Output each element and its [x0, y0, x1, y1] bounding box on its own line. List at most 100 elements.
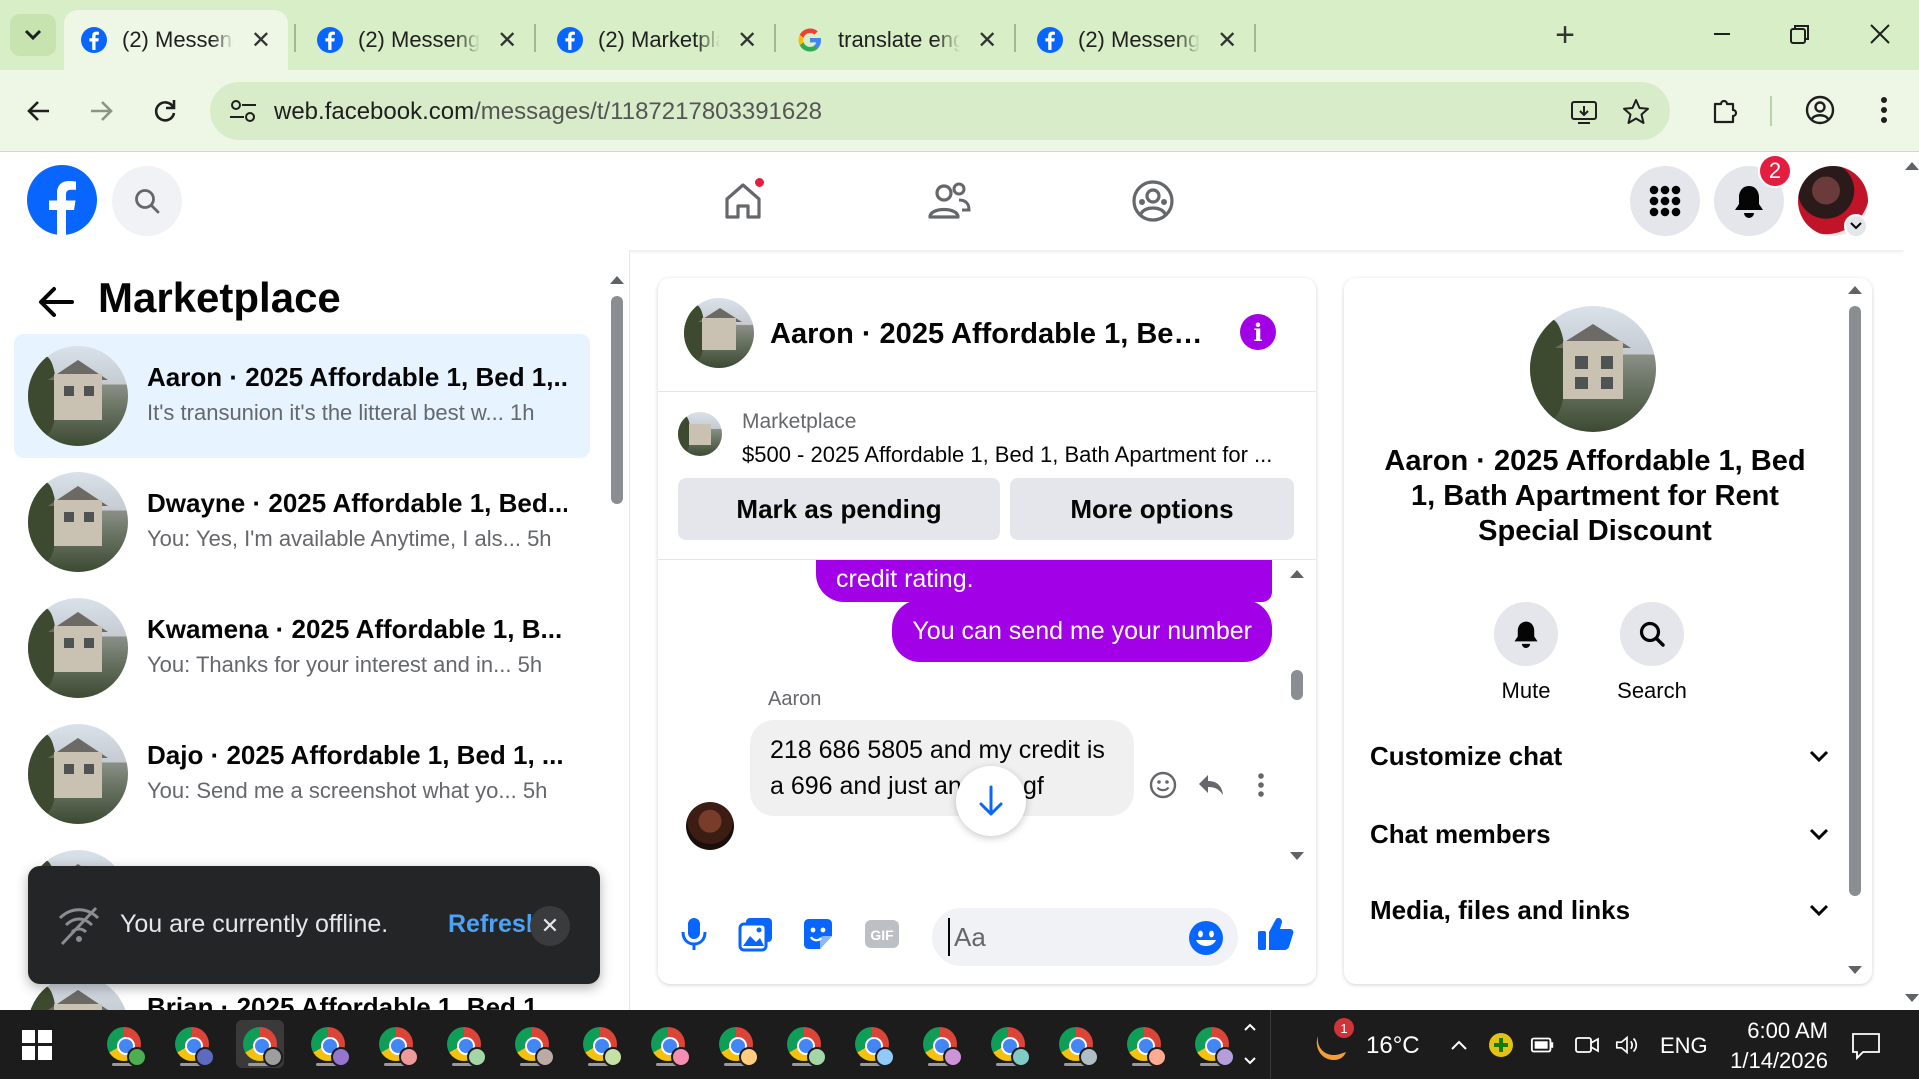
taskbar-chrome-window[interactable] — [304, 1020, 352, 1068]
install-app-button[interactable] — [1566, 94, 1602, 130]
taskbar-chrome-window[interactable] — [916, 1020, 964, 1068]
tab-search-button[interactable] — [10, 14, 56, 56]
taskbar-chrome-window[interactable] — [712, 1020, 760, 1068]
tab-close-icon[interactable]: ✕ — [976, 26, 998, 55]
account-caret[interactable] — [1844, 214, 1868, 238]
details-avatar[interactable] — [1530, 306, 1656, 432]
send-like-button[interactable] — [1256, 914, 1296, 954]
conversation-item[interactable]: Kwamena · 2025 Affordable 1, B... You: T… — [14, 586, 590, 710]
taskbar-chrome-window[interactable] — [440, 1020, 488, 1068]
tab-close-icon[interactable]: ✕ — [496, 26, 518, 55]
media-files-links-section[interactable]: Media, files and links — [1370, 882, 1830, 938]
battery-icon[interactable] — [1530, 1032, 1556, 1058]
profile-button[interactable] — [1800, 90, 1840, 130]
sticker-button[interactable] — [798, 914, 838, 954]
toast-close-button[interactable]: ✕ — [530, 906, 570, 946]
reload-button[interactable] — [144, 90, 186, 132]
outgoing-message[interactable]: You can send me your number — [892, 600, 1272, 662]
forward-button[interactable] — [80, 90, 122, 132]
facebook-search-button[interactable] — [112, 166, 182, 236]
customize-chat-section[interactable]: Customize chat — [1370, 728, 1830, 784]
nav-friends[interactable] — [922, 174, 976, 228]
scroll-to-bottom-button[interactable] — [956, 766, 1026, 836]
new-tab-button[interactable]: + — [1548, 18, 1582, 52]
tab-close-icon[interactable]: ✕ — [1216, 26, 1238, 55]
mute-action[interactable]: Mute — [1486, 602, 1566, 704]
close-window-button[interactable] — [1860, 14, 1900, 54]
chevron-down-icon — [1850, 222, 1862, 230]
taskbar-chrome-window[interactable] — [372, 1020, 420, 1068]
chat-title[interactable]: Aaron · 2025 Affordable 1, Bed 1, Bath A… — [770, 318, 1210, 351]
listing-thumbnail[interactable] — [678, 412, 722, 456]
details-scrollbar[interactable] — [1848, 286, 1862, 976]
taskbar-chrome-window[interactable] — [576, 1020, 624, 1068]
conversation-item[interactable]: Dajo · 2025 Affordable 1, Bed 1, ... You… — [14, 712, 590, 836]
restore-button[interactable] — [1780, 14, 1820, 54]
message-more-button[interactable] — [1244, 768, 1278, 802]
camera-icon[interactable] — [1574, 1032, 1600, 1058]
listing-title[interactable]: $500 - 2025 Affordable 1, Bed 1, Bath Ap… — [742, 442, 1302, 468]
page-scrollbar[interactable] — [1904, 152, 1919, 1010]
conversation-info-button[interactable]: i — [1240, 314, 1276, 350]
extensions-button[interactable] — [1706, 90, 1746, 130]
show-hidden-icons-button[interactable] — [1446, 1032, 1472, 1058]
windows-start-icon[interactable] — [22, 1030, 52, 1060]
browser-tab-1[interactable]: (2) Messenger | Facebook ✕ — [64, 10, 288, 70]
tab-close-icon[interactable]: ✕ — [736, 26, 758, 55]
taskbar-chrome-window[interactable] — [984, 1020, 1032, 1068]
browser-menu-button[interactable] — [1864, 90, 1904, 130]
inbox-scrollbar[interactable] — [610, 276, 624, 996]
incoming-message[interactable]: 218 686 5805 and my credit is a 696 and … — [750, 720, 1134, 816]
browser-tab-5[interactable]: (2) Messenger | Facebook ✕ — [1020, 10, 1254, 70]
taskbar-chrome-window[interactable] — [100, 1020, 148, 1068]
sender-avatar[interactable] — [686, 802, 734, 850]
chat-members-section[interactable]: Chat members — [1370, 806, 1830, 862]
message-input[interactable] — [948, 918, 1168, 956]
clock-time[interactable]: 6:00 AM — [1732, 1018, 1828, 1044]
conversation-item[interactable]: Aaron · 2025 Affordable 1, Bed 1,... It'… — [14, 334, 590, 458]
conversation-item[interactable]: Dwayne · 2025 Affordable 1, Bed... You: … — [14, 460, 590, 584]
nav-groups[interactable] — [1126, 174, 1180, 228]
messages-scrollbar[interactable] — [1290, 570, 1304, 882]
facebook-logo[interactable] — [26, 164, 98, 236]
outgoing-message[interactable]: credit rating. — [816, 560, 1272, 602]
refresh-link[interactable]: Refresh — [448, 910, 541, 939]
gif-button[interactable]: GIF — [862, 914, 902, 954]
address-bar[interactable]: web.facebook.com/messages/t/118721780339… — [210, 82, 1670, 140]
taskbar-chrome-window[interactable] — [848, 1020, 896, 1068]
search-action[interactable]: Search — [1612, 602, 1692, 704]
browser-tab-2[interactable]: (2) Messenger | Facebook ✕ — [300, 10, 534, 70]
menu-button[interactable] — [1630, 166, 1700, 236]
tray-app-icon[interactable] — [1488, 1032, 1514, 1058]
notification-center-button[interactable] — [1850, 1030, 1882, 1062]
taskbar-chrome-window[interactable] — [168, 1020, 216, 1068]
taskbar-chrome-window[interactable] — [1052, 1020, 1100, 1068]
more-options-button[interactable]: More options — [1010, 478, 1294, 540]
weather-widget[interactable]: 1 — [1310, 1018, 1354, 1066]
taskbar-chrome-window[interactable] — [1188, 1020, 1236, 1068]
taskbar-chrome-window[interactable] — [780, 1020, 828, 1068]
back-button[interactable] — [18, 90, 60, 132]
browser-tab-3[interactable]: (2) Marketplace - 2025 ✕ — [540, 10, 774, 70]
taskbar-chrome-window[interactable] — [508, 1020, 556, 1068]
minimize-button[interactable] — [1702, 14, 1742, 54]
taskbar-chrome-window[interactable] — [644, 1020, 692, 1068]
browser-tab-4[interactable]: translate english to ✕ — [780, 10, 1014, 70]
volume-icon[interactable] — [1614, 1032, 1640, 1058]
taskbar-overflow[interactable] — [1242, 1016, 1266, 1072]
mark-as-pending-button[interactable]: Mark as pending — [678, 478, 1000, 540]
chat-avatar[interactable] — [684, 298, 754, 368]
clock-date[interactable]: 1/14/2026 — [1722, 1048, 1828, 1074]
nav-home[interactable] — [716, 174, 770, 228]
taskbar-chrome-window[interactable] — [236, 1020, 284, 1068]
attach-media-button[interactable] — [736, 914, 776, 954]
tab-close-icon[interactable]: ✕ — [250, 26, 272, 55]
react-button[interactable] — [1146, 768, 1180, 802]
back-arrow-icon[interactable] — [36, 282, 76, 322]
taskbar-chrome-window[interactable] — [1120, 1020, 1168, 1068]
emoji-button[interactable] — [1188, 920, 1224, 956]
voice-clip-button[interactable] — [674, 914, 714, 954]
input-language[interactable]: ENG — [1660, 1033, 1708, 1059]
reply-button[interactable] — [1194, 768, 1228, 802]
bookmark-button[interactable] — [1618, 94, 1654, 130]
